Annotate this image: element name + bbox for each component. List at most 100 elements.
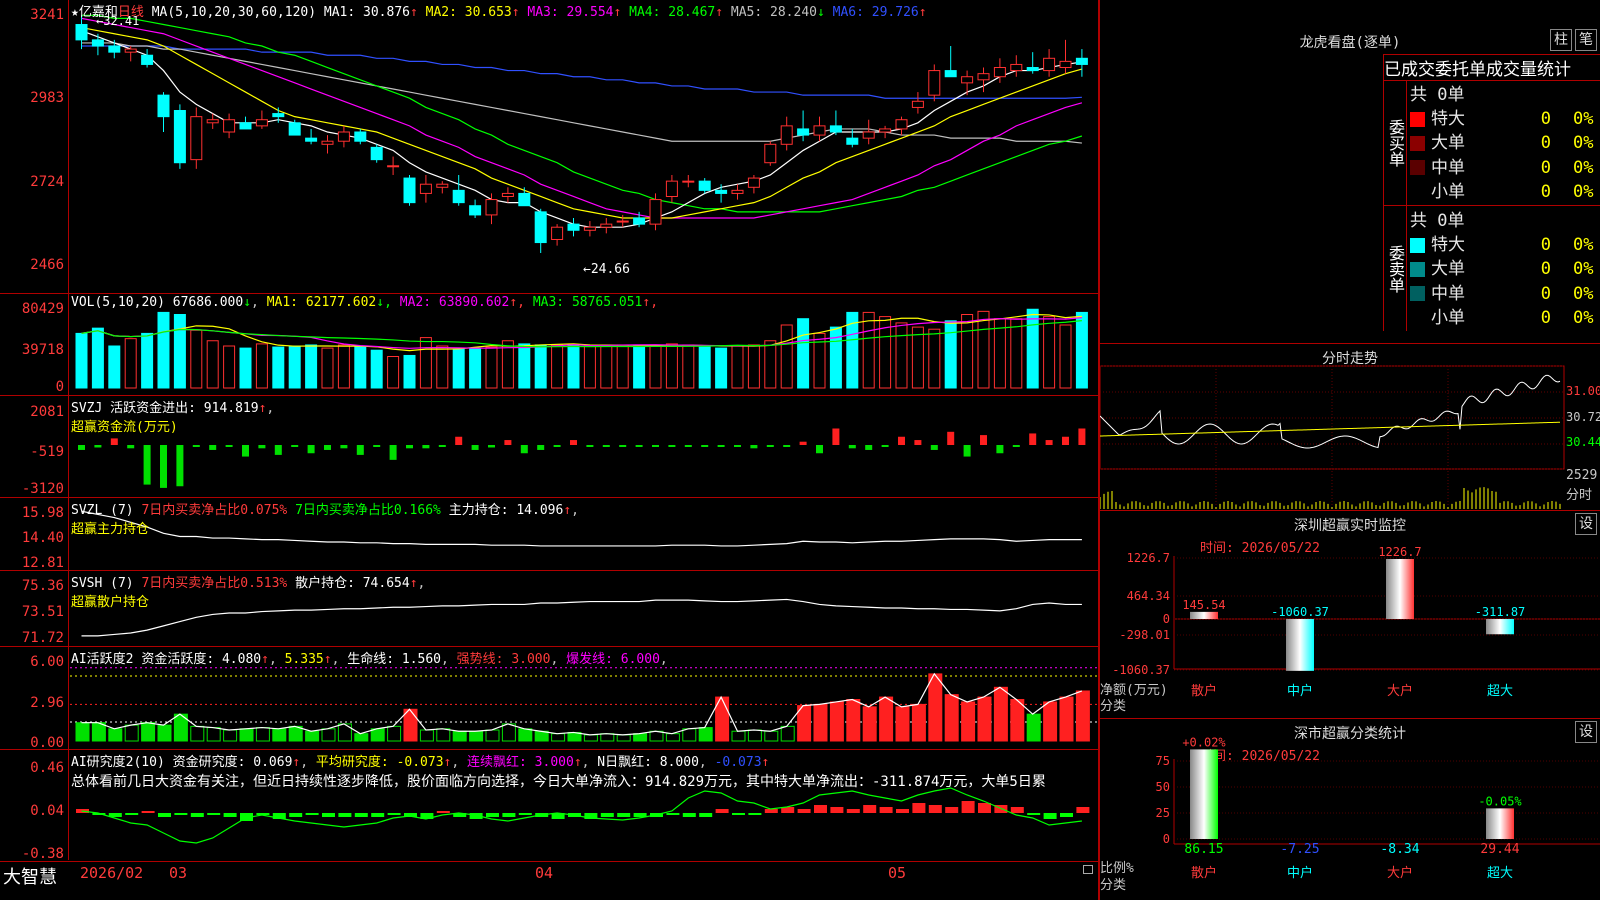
research-bar	[764, 809, 778, 813]
monitor-cat-label: 中户	[1287, 683, 1313, 699]
ai1-t4: 强势线:	[456, 652, 504, 667]
ai-activity-panel[interactable]: 6.00 2.96 0.00 AI活跃度2 资金活跃度: 4.080↑, 5.3…	[0, 647, 1098, 750]
candle	[485, 199, 498, 216]
flow-bar	[438, 445, 446, 447]
activity-bar	[813, 703, 828, 742]
research-bar	[830, 807, 844, 813]
order-count: 0	[1540, 133, 1551, 154]
activity-bar	[501, 723, 516, 742]
legend-swatch	[1410, 310, 1425, 326]
intraday-unit: 分时	[1566, 488, 1593, 503]
column-mode-button[interactable]: 柱	[1550, 29, 1572, 51]
ai-research-panel[interactable]: 0.46 0.04 -0.38 AI研究度2(10) 资金研究度: 0.069↑…	[0, 750, 1098, 861]
candle	[1010, 63, 1023, 72]
tab-volume-stats[interactable]: 成交量统计	[1486, 60, 1571, 80]
flow-bar	[766, 445, 774, 447]
volume-panel[interactable]: 80429 39718 0 VOL(5,10,20) 67686.000↓, M…	[0, 294, 1098, 396]
svzj-legend: SVZJ 活跃资金进出: 914.819↑, 超赢资金流(万元)	[71, 401, 275, 435]
svzl-panel[interactable]: 15.98 14.40 12.81 SVZL (7) 7日内买卖净占比0.075…	[0, 498, 1098, 571]
volume-bar	[157, 311, 170, 389]
research-bar	[961, 801, 975, 813]
research-bar	[387, 813, 401, 815]
volume-bar	[436, 345, 449, 389]
flow-bar	[406, 445, 413, 449]
svsh-panel[interactable]: 75.36 73.51 71.72 SVSH (7) 7日内买卖净占比0.513…	[0, 571, 1098, 647]
activity-bar	[141, 722, 156, 742]
flow-bar	[488, 445, 495, 448]
flow-bar	[94, 445, 102, 448]
realtime-monitor-panel[interactable]: 深圳超赢实时监控 设 时间: 2026/05/22 1226.7 464.34 0-…	[1100, 511, 1600, 719]
activity-bar	[108, 728, 123, 742]
category-stats-panel[interactable]: 深市超赢分类统计 设 时间: 2026/05/22 75 50 25 0 +0.02% 8…	[1100, 719, 1600, 900]
intraday-vol-tick: 2529	[1566, 468, 1598, 483]
activity-bar	[747, 729, 762, 742]
volume-bar	[551, 344, 564, 389]
flow-bar	[980, 435, 987, 445]
kline-chart[interactable]	[0, 0, 1098, 293]
candle	[977, 73, 990, 81]
lock-icon[interactable]	[1083, 865, 1093, 874]
sell-order-row: 中单 0 0%	[1410, 279, 1600, 304]
volume-bar	[173, 314, 186, 389]
activity-bar	[91, 722, 106, 742]
kline-panel[interactable]: 3241 2983 2724 2466 ★亿嘉和日线 MA(5,10,20,30…	[0, 0, 1098, 294]
order-pct: 0%	[1573, 259, 1594, 280]
flow-bar	[734, 445, 741, 447]
flow-bar	[684, 445, 692, 447]
monitor-bar-label: -311.87	[1475, 605, 1526, 619]
volume-bar	[337, 344, 350, 389]
ai2-legend: AI研究度2(10) 资金研究度: 0.069↑, 平均研究度: -0.073↑…	[71, 755, 770, 770]
tab-filled[interactable]: 已成交	[1384, 60, 1435, 80]
volume-bar	[764, 340, 777, 389]
volume-bar	[75, 332, 88, 389]
volume-bar	[354, 345, 367, 389]
svsh-sub: 超赢散户持仓	[71, 595, 150, 610]
research-bar	[158, 813, 171, 817]
ma30-line	[81, 14, 1083, 213]
research-bar	[338, 813, 352, 817]
activity-bar	[616, 734, 631, 742]
monitor-chart[interactable]: 1226.7 464.34 0 -298.01 -1060.37 145.54 散户 -106…	[1100, 511, 1600, 718]
activity-bar	[305, 730, 320, 742]
intraday-chart[interactable]	[1100, 344, 1600, 510]
research-bar	[1076, 807, 1090, 813]
ai2-v3: 3.000	[534, 755, 574, 770]
svzj-param: SVZJ	[71, 401, 103, 416]
monitor-y-tick: 1226.7	[1127, 551, 1170, 565]
activity-bar	[124, 724, 139, 742]
candle	[1059, 60, 1072, 69]
stats-chart[interactable]: 75 50 25 0 +0.02% 86.15 散户 -7.25 中户 -8.34 大户 -0.05%…	[1100, 719, 1600, 900]
flow-bar	[963, 445, 971, 457]
volume-bar	[534, 344, 547, 389]
order-size-label: 大单	[1431, 133, 1465, 154]
tab-orders[interactable]: 委托单	[1435, 60, 1486, 80]
svzl-param: SVZL	[71, 503, 103, 518]
volume-bar	[272, 346, 285, 389]
svzj-panel[interactable]: 2081 -519 -3120 SVZJ 活跃资金进出: 914.819↑, 超…	[0, 396, 1098, 498]
research-bar	[436, 811, 450, 813]
volume-bar	[239, 347, 252, 389]
volume-bar	[1059, 324, 1072, 389]
flow-bar	[455, 436, 463, 445]
activity-bar	[190, 725, 205, 742]
candle	[715, 189, 728, 194]
intraday-panel[interactable]: 分时走势 31.00 30.72 30.44 2529 分时	[1100, 344, 1600, 511]
volume-bar	[518, 343, 531, 389]
activity-bar	[337, 723, 352, 742]
order-pct: 0%	[1573, 109, 1594, 129]
star-icon[interactable]: ★	[71, 5, 79, 20]
brand-logo[interactable]: 大智慧	[3, 863, 57, 889]
research-bar	[1027, 813, 1041, 815]
volume-bar	[485, 346, 498, 389]
activity-bar	[419, 729, 434, 742]
volume-bar	[747, 344, 760, 389]
intraday-y-tick: 31.00	[1566, 384, 1600, 398]
research-bar	[748, 813, 762, 815]
stats-value-label: 29.44	[1480, 842, 1519, 857]
candle	[567, 223, 580, 231]
ai1-v2: 5.335	[284, 652, 324, 667]
high-label: 32.41	[103, 14, 140, 28]
candle	[993, 67, 1006, 78]
flow-bar	[832, 428, 840, 445]
tick-mode-button[interactable]: 笔	[1575, 29, 1597, 51]
